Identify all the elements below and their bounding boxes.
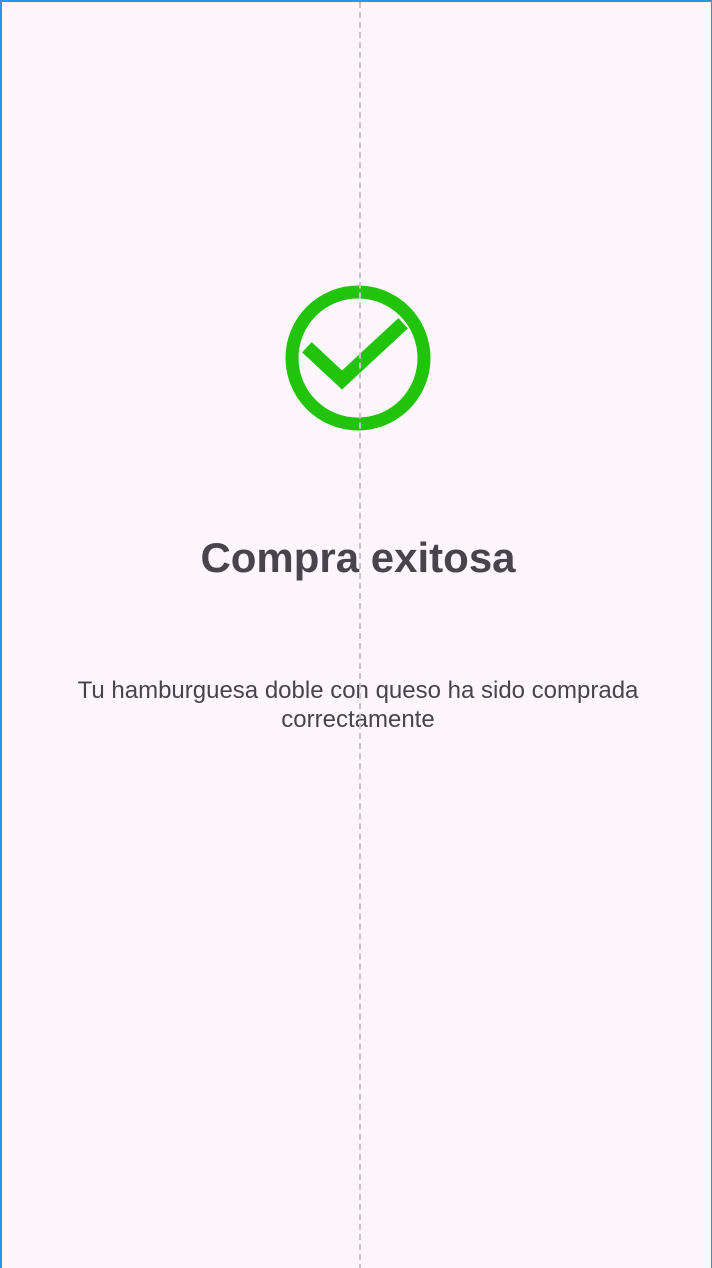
success-message-line: correctamente [281,706,435,733]
success-title: Compra exitosa [200,534,516,581]
center-guide-line [359,2,361,1268]
success-message: Tu hamburguesa doble con queso ha sido c… [2,676,711,734]
purchase-success-screen: Compra exitosa Tu hamburguesa doble con … [0,0,712,1268]
check-circle-icon [285,285,431,431]
success-message-line: Tu hamburguesa doble con queso ha sido c… [77,677,639,704]
